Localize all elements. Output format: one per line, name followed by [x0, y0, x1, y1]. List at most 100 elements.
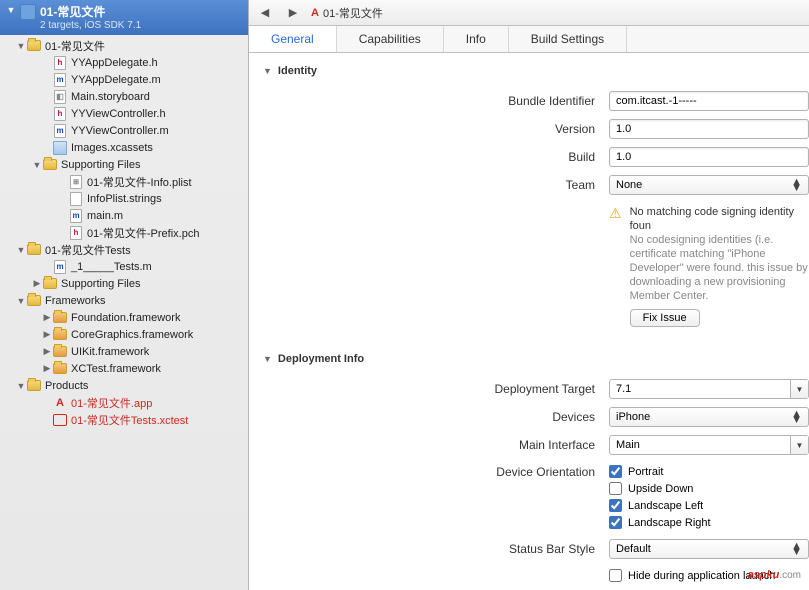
folder-icon	[26, 243, 42, 257]
tree-file[interactable]: InfoPlist.strings	[0, 190, 248, 207]
header-file-icon: h	[52, 56, 68, 70]
strings-file-icon	[68, 192, 84, 206]
tree-file[interactable]: mmain.m	[0, 207, 248, 224]
disclosure-triangle-icon[interactable]: ▼	[16, 41, 26, 51]
orientation-upside-down[interactable]: Upside Down	[609, 480, 693, 497]
signing-warning: ⚠ No matching code signing identity foun…	[249, 199, 809, 331]
orientation-landscape-left[interactable]: Landscape Left	[609, 497, 703, 514]
tree-group[interactable]: ▼Frameworks	[0, 292, 248, 309]
storyboard-file-icon: ◧	[52, 90, 68, 104]
version-input[interactable]	[609, 119, 809, 139]
tree-file[interactable]: mYYViewController.m	[0, 122, 248, 139]
tab-build-settings[interactable]: Build Settings	[509, 26, 627, 52]
tree-file[interactable]: ◧Main.storyboard	[0, 88, 248, 105]
disclosure-triangle-icon[interactable]: ▶	[42, 363, 52, 374]
breadcrumb[interactable]: A 01-常见文件	[311, 5, 383, 21]
tree-file[interactable]: ▶CoreGraphics.framework	[0, 326, 248, 343]
project-header[interactable]: ▼ 01-常见文件 2 targets, iOS SDK 7.1	[0, 0, 248, 35]
disclosure-triangle-icon[interactable]: ▼	[16, 381, 26, 391]
devices-label: Devices	[249, 410, 609, 424]
tab-capabilities[interactable]: Capabilities	[337, 26, 444, 52]
tree-group[interactable]: ▼Products	[0, 377, 248, 394]
bundle-id-label: Bundle Identifier	[249, 94, 609, 108]
tree-group[interactable]: ▼ 01-常见文件	[0, 37, 248, 54]
folder-icon	[42, 158, 58, 172]
tree-group[interactable]: ▼Supporting Files	[0, 156, 248, 173]
build-label: Build	[249, 150, 609, 164]
disclosure-triangle-icon[interactable]: ▼	[16, 245, 26, 255]
deployment-target-label: Deployment Target	[249, 382, 609, 396]
breadcrumb-label: 01-常见文件	[323, 5, 383, 21]
folder-icon	[26, 379, 42, 393]
framework-icon	[52, 345, 68, 359]
tree-file[interactable]: ▶Foundation.framework	[0, 309, 248, 326]
tree-file[interactable]: 01-常见文件Tests.xctest	[0, 411, 248, 428]
deployment-target-combo[interactable]: 7.1 ▼	[609, 379, 809, 399]
section-identity-header[interactable]: ▼ Identity	[249, 61, 809, 81]
fix-issue-button[interactable]: Fix Issue	[630, 309, 700, 327]
impl-file-icon: m	[68, 209, 84, 223]
orientation-landscape-right[interactable]: Landscape Right	[609, 514, 711, 531]
back-button[interactable]: ◀	[255, 6, 275, 19]
disclosure-triangle-icon[interactable]: ▶	[42, 312, 52, 323]
tab-general[interactable]: General	[249, 26, 337, 52]
disclosure-triangle-icon[interactable]: ▼	[16, 296, 26, 306]
disclosure-triangle-icon[interactable]: ▶	[42, 329, 52, 340]
team-value: None	[616, 179, 642, 191]
plist-file-icon: ⊞	[68, 175, 84, 189]
folder-icon	[42, 277, 58, 291]
impl-file-icon: m	[52, 73, 68, 87]
chevron-down-icon: ▼	[790, 436, 808, 454]
team-select[interactable]: None ▲▼	[609, 175, 809, 195]
impl-file-icon: m	[52, 124, 68, 138]
disclosure-triangle-icon[interactable]: ▶	[42, 346, 52, 357]
tree-file[interactable]: Images.xcassets	[0, 139, 248, 156]
tree-file[interactable]: A01-常见文件.app	[0, 394, 248, 411]
disclosure-triangle-icon[interactable]: ▼	[32, 160, 42, 170]
tree-file[interactable]: h01-常见文件-Prefix.pch	[0, 224, 248, 241]
tree-file[interactable]: m_1_____Tests.m	[0, 258, 248, 275]
forward-button[interactable]: ▶	[283, 6, 303, 19]
status-bar-value: Default	[616, 543, 651, 555]
xctest-product-icon	[52, 413, 68, 427]
orientation-portrait[interactable]: Portrait	[609, 463, 663, 480]
bundle-id-input[interactable]	[609, 91, 809, 111]
tree-file[interactable]: hYYViewController.h	[0, 105, 248, 122]
tree-file[interactable]: ▶XCTest.framework	[0, 360, 248, 377]
warning-title: No matching code signing identity foun	[630, 205, 809, 233]
project-icon	[20, 4, 36, 20]
main-interface-value: Main	[610, 439, 790, 451]
select-arrows-icon: ▲▼	[791, 543, 802, 555]
tree-file[interactable]: ▶UIKit.framework	[0, 343, 248, 360]
status-bar-label: Status Bar Style	[249, 542, 609, 556]
disclosure-triangle-icon[interactable]: ▼	[6, 5, 16, 15]
build-input[interactable]	[609, 147, 809, 167]
version-label: Version	[249, 122, 609, 136]
disclosure-triangle-icon[interactable]: ▶	[32, 278, 42, 289]
content-area: ▼ Identity Bundle Identifier Version Bui…	[249, 53, 809, 590]
tree-file[interactable]: mYYAppDelegate.m	[0, 71, 248, 88]
tree-group[interactable]: ▼01-常见文件Tests	[0, 241, 248, 258]
hide-status-bar-checkbox[interactable]: Hide during application launch	[609, 567, 775, 584]
framework-icon	[52, 362, 68, 376]
main-interface-label: Main Interface	[249, 438, 609, 452]
devices-select[interactable]: iPhone ▲▼	[609, 407, 809, 427]
disclosure-triangle-icon[interactable]: ▼	[263, 66, 272, 76]
section-deialog-header[interactable]: ▼ Deployment Info	[249, 349, 809, 369]
chevron-down-icon: ▼	[790, 380, 808, 398]
section-title: Identity	[278, 65, 317, 77]
tab-info[interactable]: Info	[444, 26, 509, 52]
project-subtitle: 2 targets, iOS SDK 7.1	[40, 20, 141, 31]
tree-group[interactable]: ▶Supporting Files	[0, 275, 248, 292]
main-interface-combo[interactable]: Main ▼	[609, 435, 809, 455]
disclosure-triangle-icon[interactable]: ▼	[263, 354, 272, 364]
select-arrows-icon: ▲▼	[791, 411, 802, 423]
status-bar-select[interactable]: Default ▲▼	[609, 539, 809, 559]
project-name: 01-常见文件	[40, 3, 141, 20]
project-navigator: ▼ 01-常见文件 2 targets, iOS SDK 7.1 ▼ 01-常见…	[0, 0, 249, 590]
tree-file[interactable]: hYYAppDelegate.h	[0, 54, 248, 71]
tree-file[interactable]: ⊞01-常见文件-Info.plist	[0, 173, 248, 190]
warning-icon: ⚠	[609, 205, 622, 222]
header-file-icon: h	[52, 107, 68, 121]
app-product-icon: A	[311, 7, 319, 19]
